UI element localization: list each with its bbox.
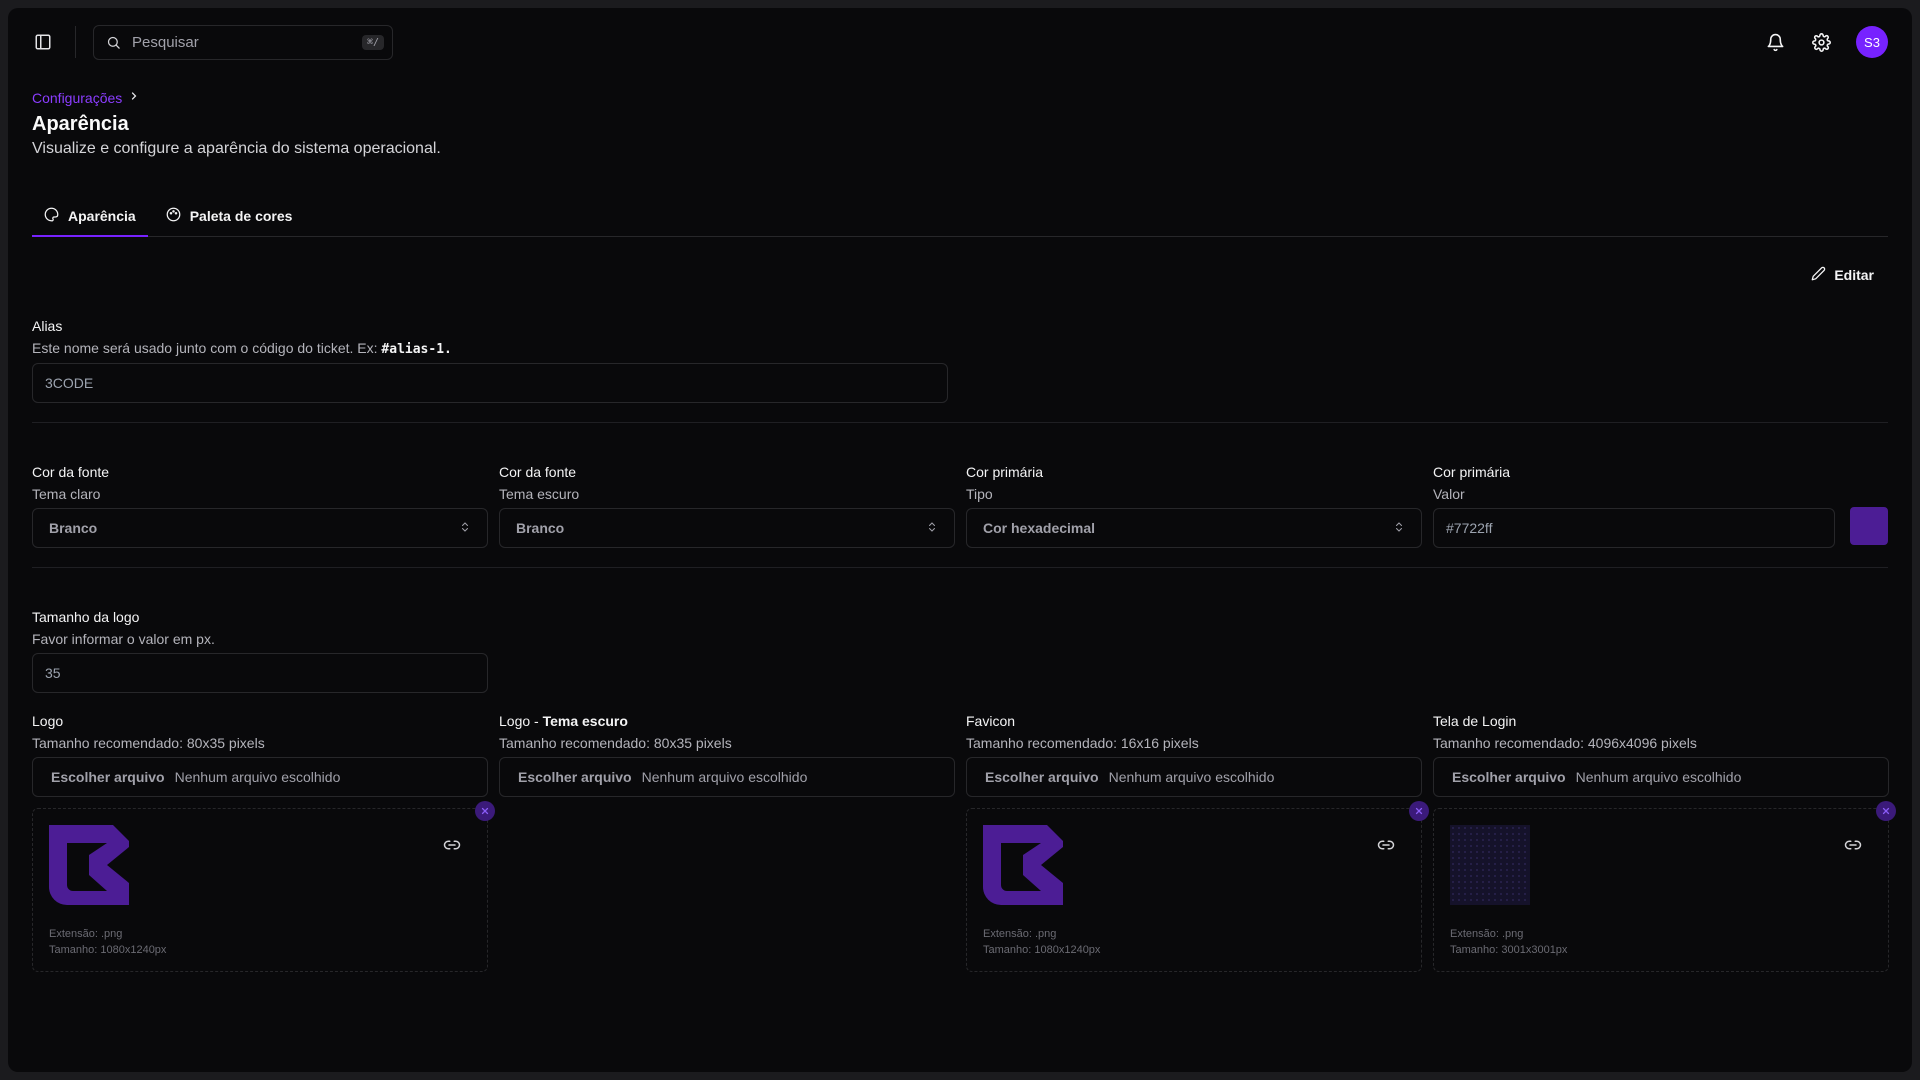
alias-section: Alias Este nome será usado junto com o c…	[32, 318, 948, 403]
bell-icon[interactable]	[1764, 31, 1786, 53]
palette-icon	[44, 207, 59, 225]
field-label: Tamanho da logo	[32, 609, 140, 625]
select-value: Branco	[516, 520, 565, 536]
remove-image-icon[interactable]	[475, 801, 495, 821]
tab-label: Aparência	[68, 207, 136, 224]
alias-label: Alias	[32, 318, 63, 334]
divider	[75, 26, 76, 58]
field-hint: Valor	[1433, 486, 1465, 502]
gear-icon[interactable]	[1810, 31, 1832, 53]
field-hint: Favor informar o valor em px.	[32, 631, 215, 647]
file-status: Nenhum arquivo escolhido	[641, 769, 808, 785]
file-status: Nenhum arquivo escolhido	[174, 769, 341, 785]
avatar[interactable]: S3	[1856, 26, 1888, 58]
link-icon[interactable]	[443, 836, 461, 854]
primary-color-hex-input[interactable]: #7722ff	[1433, 508, 1835, 548]
remove-image-icon[interactable]	[1409, 801, 1429, 821]
file-meta: Extensão: .png Tamanho: 1080x1240px	[49, 928, 167, 956]
search-shortcut-badge: ⌘/	[361, 35, 384, 50]
sidebar-toggle-icon[interactable]	[32, 31, 54, 53]
field-hint: Tamanho recomendado: 4096x4096 pixels	[1433, 735, 1697, 751]
field-label: Cor primária	[966, 464, 1044, 480]
chevron-up-down-icon	[926, 520, 938, 537]
choose-file-button[interactable]: Escolher arquivo	[518, 769, 632, 785]
field-label: Cor da fonte	[32, 464, 110, 480]
field-hint: Tamanho recomendado: 80x35 pixels	[499, 735, 732, 751]
chevron-up-down-icon	[459, 520, 471, 537]
file-input-login-screen[interactable]: Escolher arquivo Nenhum arquivo escolhid…	[1433, 757, 1889, 797]
file-meta: Extensão: .png Tamanho: 1080x1240px	[983, 928, 1101, 956]
primary-color-type-select[interactable]: Cor hexadecimal	[966, 508, 1422, 548]
favicon-image	[983, 825, 1063, 905]
preview-card-login-screen: Extensão: .png Tamanho: 3001x3001px	[1433, 801, 1896, 972]
select-value: Cor hexadecimal	[983, 520, 1096, 536]
preview-card-logo: Extensão: .png Tamanho: 1080x1240px	[32, 801, 495, 972]
upload-logo-dark: Logo - Tema escuro Tamanho recomendado: …	[499, 713, 955, 797]
app-window: ⌘/ S3 Configurações Aparência Visualize …	[8, 8, 1912, 1072]
file-status: Nenhum arquivo escolhido	[1575, 769, 1742, 785]
field-label: Favicon	[966, 713, 1016, 729]
brand-logo-image	[49, 825, 129, 905]
search-input[interactable]	[132, 34, 362, 51]
link-icon[interactable]	[1844, 836, 1862, 854]
edit-button[interactable]: Editar	[1811, 266, 1874, 284]
select-value: Branco	[49, 520, 98, 536]
font-color-dark: Cor da fonte Tema escuro Branco	[499, 464, 955, 548]
field-label: Logo	[32, 713, 64, 729]
field-label: Cor primária	[1433, 464, 1511, 480]
page-subtitle: Visualize e configure a aparência do sis…	[32, 140, 441, 157]
tab-aparencia[interactable]: Aparência	[32, 196, 148, 237]
field-hint: Tema claro	[32, 486, 101, 502]
breadcrumb-link-configuracoes[interactable]: Configurações	[32, 90, 122, 106]
upload-login-screen: Tela de Login Tamanho recomendado: 4096x…	[1433, 713, 1889, 797]
search-box[interactable]: ⌘/	[93, 25, 393, 60]
file-input-logo[interactable]: Escolher arquivo Nenhum arquivo escolhid…	[32, 757, 488, 797]
alias-example-code: #alias-1.	[381, 342, 452, 357]
field-label: Tela de Login	[1433, 713, 1517, 729]
pencil-icon	[1811, 266, 1826, 284]
preview-card-favicon: Extensão: .png Tamanho: 1080x1240px	[966, 801, 1429, 972]
primary-color-swatch[interactable]	[1850, 507, 1888, 545]
font-color-light-select[interactable]: Branco	[32, 508, 488, 548]
choose-file-button[interactable]: Escolher arquivo	[51, 769, 165, 785]
remove-image-icon[interactable]	[1876, 801, 1896, 821]
divider	[32, 567, 1888, 568]
primary-color-type: Cor primária Tipo Cor hexadecimal	[966, 464, 1422, 548]
palette-icon	[166, 207, 181, 225]
upload-favicon: Favicon Tamanho recomendado: 16x16 pixel…	[966, 713, 1422, 797]
edit-label: Editar	[1834, 267, 1874, 283]
alias-hint: Este nome será usado junto com o código …	[32, 340, 452, 357]
field-hint: Tamanho recomendado: 16x16 pixels	[966, 735, 1199, 751]
field-hint: Tamanho recomendado: 80x35 pixels	[32, 735, 265, 751]
chevron-up-down-icon	[1393, 520, 1405, 537]
field-label: Logo - Tema escuro	[499, 713, 628, 729]
top-bar: ⌘/ S3	[8, 8, 1912, 76]
page-title: Aparência	[32, 113, 129, 135]
logo-size-section: Tamanho da logo Favor informar o valor e…	[32, 609, 488, 693]
divider	[32, 422, 1888, 423]
tab-paleta-de-cores[interactable]: Paleta de cores	[154, 196, 305, 236]
font-color-dark-select[interactable]: Branco	[499, 508, 955, 548]
logo-size-input[interactable]: 35	[32, 653, 488, 693]
upload-logo: Logo Tamanho recomendado: 80x35 pixels E…	[32, 713, 488, 797]
field-hint: Tema escuro	[499, 486, 580, 502]
breadcrumb: Configurações	[32, 89, 140, 107]
font-color-light: Cor da fonte Tema claro Branco	[32, 464, 488, 548]
search-icon	[104, 34, 122, 52]
choose-file-button[interactable]: Escolher arquivo	[985, 769, 1099, 785]
link-icon[interactable]	[1377, 836, 1395, 854]
file-status: Nenhum arquivo escolhido	[1108, 769, 1275, 785]
tab-bar: Aparência Paleta de cores	[32, 196, 1888, 237]
primary-color-value: Cor primária Valor #7722ff	[1433, 464, 1835, 548]
tab-label: Paleta de cores	[189, 208, 293, 224]
field-hint: Tipo	[966, 486, 993, 502]
file-input-favicon[interactable]: Escolher arquivo Nenhum arquivo escolhid…	[966, 757, 1422, 797]
file-meta: Extensão: .png Tamanho: 3001x3001px	[1450, 928, 1568, 956]
file-input-logo-dark[interactable]: Escolher arquivo Nenhum arquivo escolhid…	[499, 757, 955, 797]
chevron-right-icon	[128, 89, 140, 107]
alias-input[interactable]: 3CODE	[32, 363, 948, 403]
field-label: Cor da fonte	[499, 464, 577, 480]
login-background-image	[1450, 825, 1530, 905]
choose-file-button[interactable]: Escolher arquivo	[1452, 769, 1566, 785]
